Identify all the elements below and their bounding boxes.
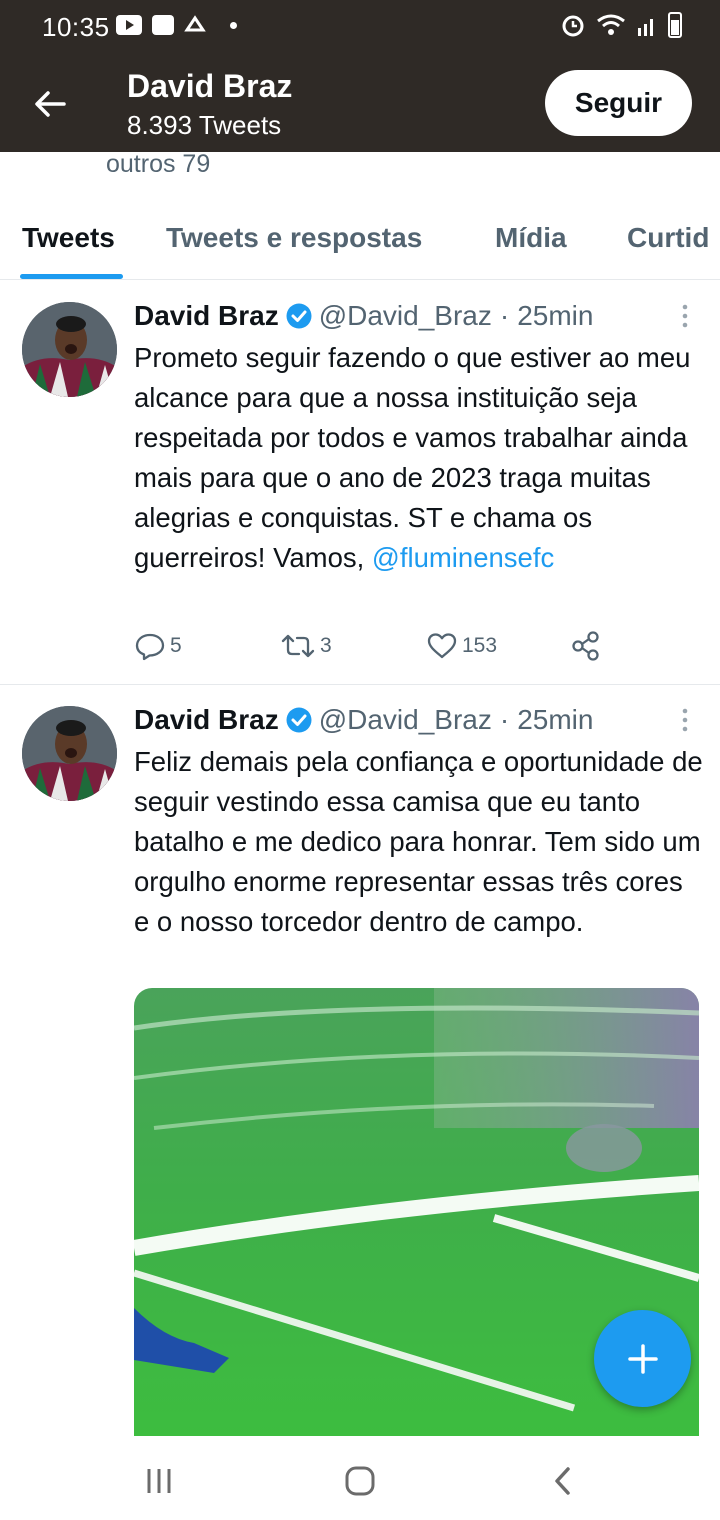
tweet-author-name[interactable]: David Braz	[134, 300, 279, 332]
profile-tabs: Tweets Tweets e respostas Mídia Curtid	[0, 200, 720, 280]
retweet-count: 3	[320, 634, 332, 657]
avatar[interactable]	[22, 302, 117, 397]
retweet-icon	[281, 634, 315, 658]
like-count: 153	[462, 634, 498, 657]
tweet-handle: @David_Braz	[318, 300, 492, 331]
notification-dot	[230, 21, 237, 29]
alarm-icon	[562, 15, 584, 37]
system-navigation-bar	[0, 1436, 720, 1520]
tweet-count: 8.393 Tweets	[127, 110, 282, 140]
tweet-text: Prometo seguir fazendo o que estiver ao …	[134, 338, 704, 578]
tweet-separator: ·	[499, 300, 510, 331]
heart-icon	[427, 633, 457, 659]
app-icon	[184, 15, 206, 32]
plus-icon	[627, 1343, 658, 1374]
tab-tweets-and-replies[interactable]: Tweets e respostas	[166, 222, 422, 254]
more-options-icon[interactable]	[678, 706, 692, 734]
profile-name: David Braz	[127, 68, 293, 104]
tweet-divider	[0, 684, 720, 685]
tab-tweets[interactable]: Tweets	[22, 222, 115, 254]
status-time: 10:35	[42, 12, 110, 42]
more-options-icon[interactable]	[678, 302, 692, 330]
reply-icon	[135, 633, 165, 661]
share-button[interactable]	[571, 630, 601, 662]
share-icon	[572, 631, 599, 661]
tweet-time: 25min	[517, 704, 594, 735]
home-icon[interactable]	[344, 1466, 376, 1496]
recent-apps-icon[interactable]	[145, 1466, 175, 1496]
follow-button[interactable]: Seguir	[545, 70, 692, 136]
signal-icon	[638, 19, 653, 36]
followers-others-text[interactable]: outros 79	[106, 150, 210, 179]
tab-media[interactable]: Mídia	[495, 222, 567, 254]
status-bar: 10:35	[0, 0, 720, 52]
tweet-text: Feliz demais pela confiança e oportunida…	[134, 746, 703, 937]
verified-badge-icon	[286, 707, 312, 733]
tweet-separator: ·	[499, 704, 510, 735]
mention-link[interactable]: @fluminensefc	[372, 542, 554, 573]
back-arrow-icon[interactable]	[30, 84, 70, 124]
reply-button[interactable]: 5	[134, 630, 182, 662]
tweet-handle: @David_Braz	[318, 704, 492, 735]
compose-tweet-button[interactable]	[594, 1310, 691, 1407]
wifi-icon	[597, 14, 625, 35]
reply-count: 5	[170, 634, 182, 657]
profile-header: David Braz 8.393 Tweets Seguir	[0, 52, 720, 152]
tweet-author-name[interactable]: David Braz	[134, 704, 279, 736]
gallery-icon	[152, 15, 174, 35]
tab-likes[interactable]: Curtid	[627, 222, 709, 254]
verified-badge-icon	[286, 303, 312, 329]
active-tab-indicator	[20, 274, 123, 279]
tweet-body: Prometo seguir fazendo o que estiver ao …	[134, 342, 691, 573]
battery-icon	[668, 12, 682, 38]
like-button[interactable]: 153	[426, 630, 497, 662]
back-nav-icon[interactable]	[550, 1466, 576, 1496]
youtube-icon	[116, 15, 142, 35]
tweet-actions: 5 3 153	[134, 630, 604, 670]
retweet-button[interactable]: 3	[280, 630, 332, 662]
avatar[interactable]	[22, 706, 117, 801]
tweet-time: 25min	[517, 300, 594, 331]
